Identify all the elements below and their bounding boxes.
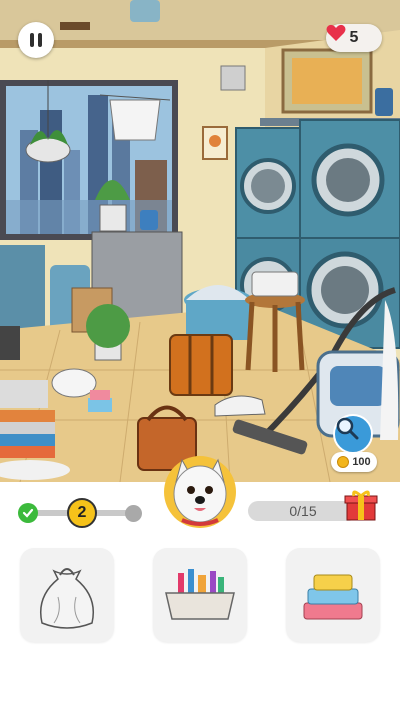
next-level-dot: [125, 505, 142, 522]
item-card-sack[interactable]: [20, 548, 114, 642]
current-level-badge: 2: [67, 498, 97, 528]
heart-icon: [326, 24, 346, 41]
lives-count: 5: [349, 29, 359, 46]
pause-icon-bar: [38, 33, 42, 47]
items-to-find: [0, 548, 400, 644]
sack-icon: [40, 568, 94, 629]
lives-counter: 5: [326, 24, 382, 52]
hint-circle: [333, 414, 373, 454]
gift-icon[interactable]: [344, 488, 378, 522]
hint-cost: 100: [331, 452, 377, 472]
check-icon: [22, 508, 34, 518]
cosmetic-bag-icon: [165, 569, 235, 620]
level-progress: 2 0/15: [0, 456, 400, 542]
dog-avatar: [164, 456, 236, 528]
level-completed-check: [18, 503, 38, 523]
magnifier-icon: [336, 417, 359, 440]
laundry-room-scene[interactable]: 5 100: [0, 0, 400, 482]
magnifier-hint-button[interactable]: 100: [331, 414, 377, 472]
item-card-cosmetic-bag[interactable]: [153, 548, 247, 642]
pause-button[interactable]: [18, 22, 54, 58]
hint-cost-value: 100: [352, 456, 371, 468]
soap-boxes-icon: [303, 574, 363, 620]
pause-icon: [30, 33, 34, 47]
coin-icon: [337, 456, 350, 468]
found-counter: 0/15: [248, 501, 358, 521]
scene-illustration[interactable]: [0, 0, 400, 482]
item-card-soap-boxes[interactable]: [286, 548, 380, 642]
